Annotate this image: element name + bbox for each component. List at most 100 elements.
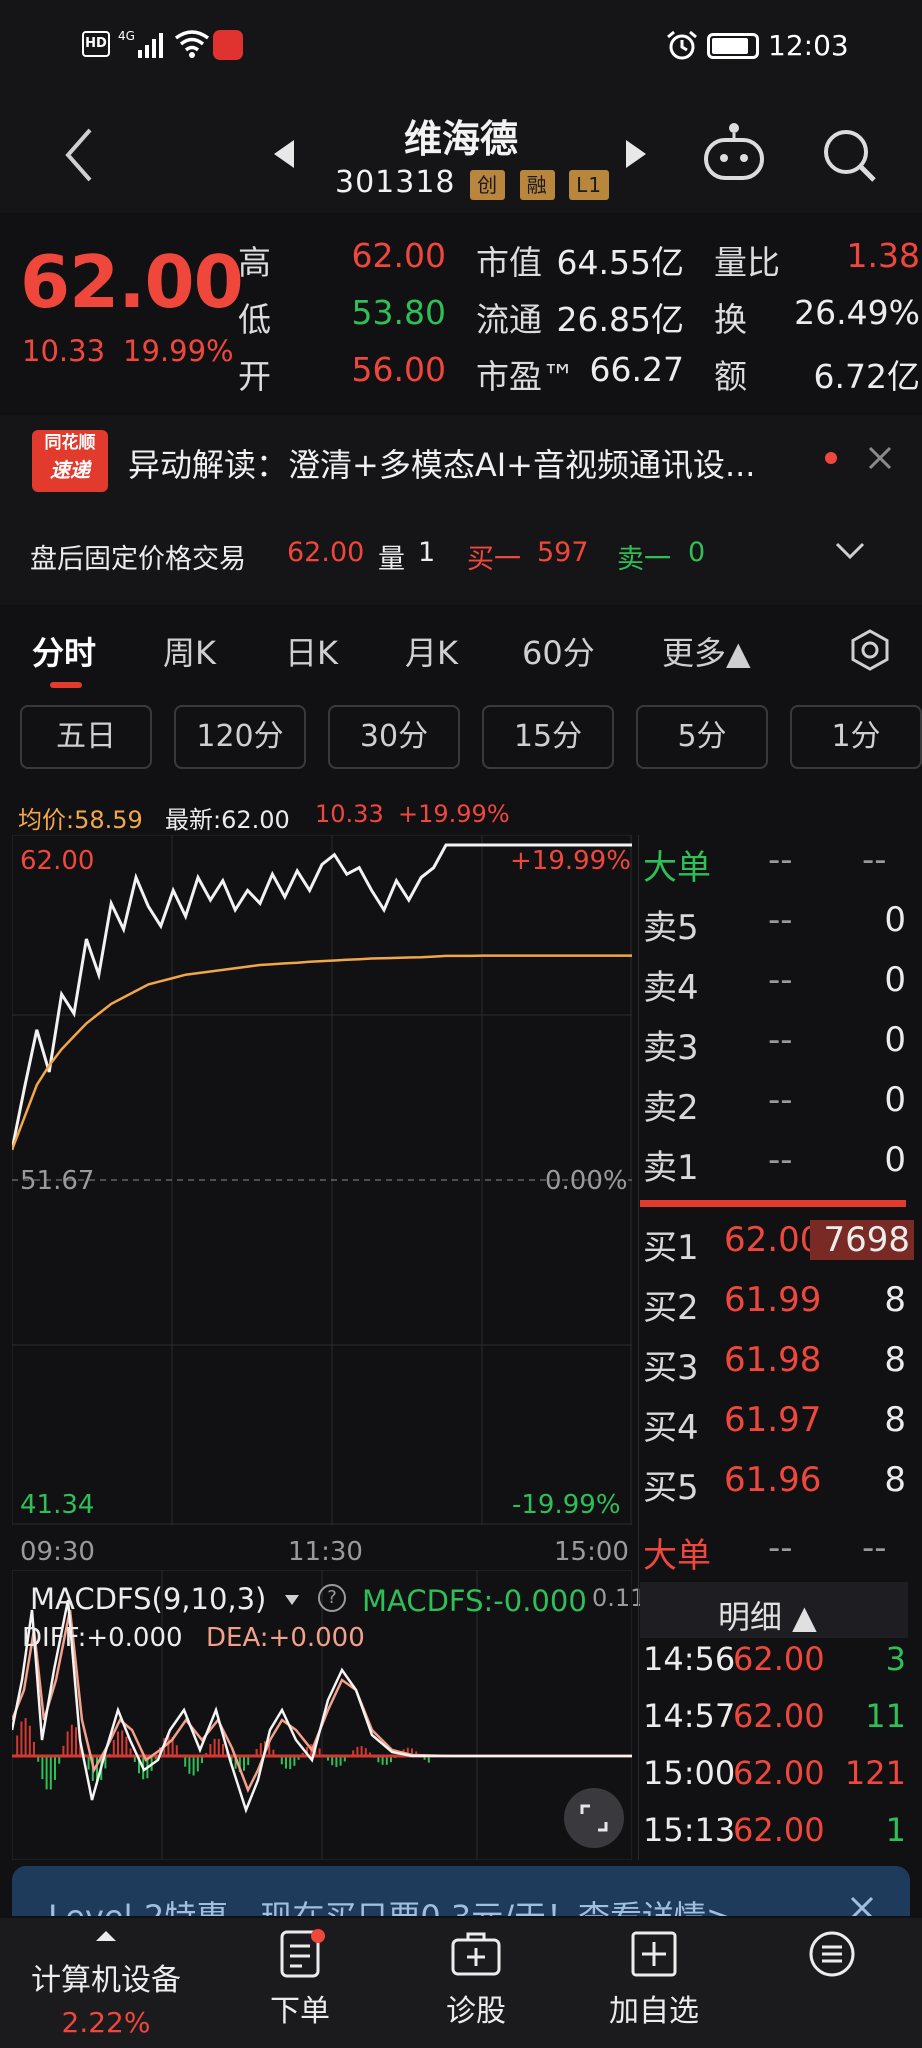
menu-icon[interactable] [808, 1930, 856, 1982]
macd-bar [192, 1756, 195, 1776]
trade-time: 14:57 [643, 1697, 736, 1735]
macd-bar [243, 1756, 245, 1771]
period-1min-button[interactable]: 1分 [790, 705, 922, 769]
vol-ratio-label: 量比 [714, 243, 780, 282]
period-15min-button[interactable]: 15分 [482, 705, 614, 769]
tab-intraday[interactable]: 分时 [32, 628, 96, 674]
pct-max-label: +19.99% [510, 846, 631, 876]
news-headline[interactable]: 异动解读：澄清+多模态AI+音视频通讯设... [128, 440, 808, 486]
next-stock-icon[interactable] [624, 138, 648, 174]
macd-bar [16, 1735, 19, 1756]
y-mid-label: 51.67 [20, 1166, 95, 1196]
macd-bar [54, 1756, 56, 1780]
diagnose-label[interactable]: 诊股 [426, 1986, 526, 2030]
buy-level-vol: 8 [884, 1400, 906, 1440]
robot-assistant-icon[interactable] [702, 120, 766, 186]
svg-text:4G: 4G [118, 29, 135, 43]
macd-bar [24, 1718, 27, 1756]
current-price: 62.00 [20, 240, 244, 324]
detail-label[interactable]: 明细 ▲ [718, 1592, 817, 1638]
period-5min-button[interactable]: 5分 [636, 705, 768, 769]
trade-time: 15:00 [643, 1754, 736, 1792]
period-30min-button[interactable]: 30分 [328, 705, 460, 769]
open-label: 开 [238, 357, 271, 396]
intraday-chart[interactable] [12, 835, 632, 1525]
buy-level-price: 61.97 [724, 1400, 822, 1440]
macd-bar [49, 1756, 52, 1790]
fullscreen-icon[interactable] [564, 1788, 624, 1848]
dropdown-caret-icon[interactable] [283, 1592, 301, 1611]
trade-vol: 1 [885, 1811, 906, 1849]
trade-price: 62.00 [733, 1697, 825, 1735]
tab-month-k[interactable]: 月K [405, 628, 458, 674]
add-watch-label[interactable]: 加自选 [602, 1986, 706, 2030]
stock-code-row: 301318 创 融 L1 [335, 165, 610, 200]
macd-indicator-select[interactable]: MACDFS(9,10,3) [30, 1582, 266, 1616]
period-5day-button[interactable]: 五日 [20, 705, 152, 769]
search-icon[interactable] [822, 128, 878, 188]
diagnose-icon[interactable] [450, 1930, 502, 1982]
macd-bar [112, 1740, 115, 1756]
sell-level-price: -- [768, 1020, 793, 1060]
expand-chevron-icon[interactable] [834, 540, 866, 566]
buy-level-label: 买1 [643, 1228, 699, 1268]
sell-level-label: 卖2 [643, 1088, 699, 1128]
latest-price-legend: 最新:62.00 [165, 806, 290, 834]
settings-hexagon-icon[interactable] [848, 628, 892, 676]
trade-vol: 3 [885, 1640, 906, 1678]
buy-level-label: 买2 [643, 1288, 699, 1328]
buy-level-vol: 8 [884, 1340, 906, 1380]
high-label: 高 [238, 243, 271, 282]
promo-text[interactable]: Level-2特惠，现在买只要0.3元/天！查看详情> [48, 1892, 828, 1916]
after-hours-vol-label: 量 [378, 544, 405, 575]
turnover-value: 26.49% [794, 293, 920, 332]
stock-name: 维海德 [403, 117, 518, 161]
after-hours-sell1: 0 [688, 537, 706, 568]
y-max-label: 62.00 [20, 846, 95, 876]
banner-close-icon[interactable] [850, 1896, 874, 1920]
tag-rong: 融 [519, 170, 555, 200]
macd-bar [175, 1745, 178, 1756]
buy-level-vol: 8 [884, 1460, 906, 1500]
app-notification-icon [213, 30, 243, 60]
tag-l1: L1 [569, 170, 610, 200]
spread-divider [640, 1200, 906, 1207]
mcap-label: 市值 [476, 243, 542, 282]
trade-price: 62.00 [733, 1754, 825, 1792]
amount-value: 6.72亿 [813, 357, 920, 396]
battery-icon [707, 33, 759, 59]
tab-60min[interactable]: 60分 [522, 628, 595, 674]
period-120min-button[interactable]: 120分 [174, 705, 306, 769]
sell-level-label: 卖1 [643, 1148, 699, 1188]
close-icon[interactable] [866, 444, 894, 476]
add-watch-icon[interactable] [630, 1930, 678, 1982]
sell-level-vol: 0 [884, 1140, 906, 1180]
hd-icon: HD [82, 31, 110, 57]
tab-more[interactable]: 更多▲ [662, 628, 751, 674]
macd-bar [33, 1741, 35, 1756]
buy-level-vol: 8 [884, 1280, 906, 1320]
amount-label: 额 [714, 357, 747, 396]
float-label: 流通 [476, 300, 542, 339]
high-value: 62.00 [351, 236, 446, 275]
order-label[interactable]: 下单 [250, 1986, 350, 2030]
macd-bar [217, 1738, 220, 1756]
x-tick-open: 09:30 [20, 1537, 95, 1567]
help-icon[interactable]: ? [318, 1584, 346, 1612]
tab-day-k[interactable]: 日K [285, 628, 338, 674]
macd-bar [289, 1756, 292, 1770]
macd-value: MACDFS:-0.000 [362, 1584, 587, 1618]
sell-level-vol: 0 [884, 1020, 906, 1060]
sell-level-label: 卖3 [643, 1028, 699, 1068]
order-icon[interactable] [276, 1928, 328, 1984]
sector-label[interactable]: 计算机设备 [20, 1955, 192, 1999]
macd-bar [213, 1738, 216, 1756]
buy-level-price: 61.99 [724, 1280, 822, 1320]
tab-week-k[interactable]: 周K [163, 628, 216, 674]
turnover-label: 换 [714, 300, 747, 339]
macd-bar [20, 1721, 23, 1756]
y-min-label: 41.34 [20, 1490, 95, 1520]
buy-level-label: 买5 [643, 1468, 699, 1508]
after-hours-sell1-label: 卖一 [617, 544, 671, 575]
float-value: 26.85亿 [556, 300, 684, 339]
